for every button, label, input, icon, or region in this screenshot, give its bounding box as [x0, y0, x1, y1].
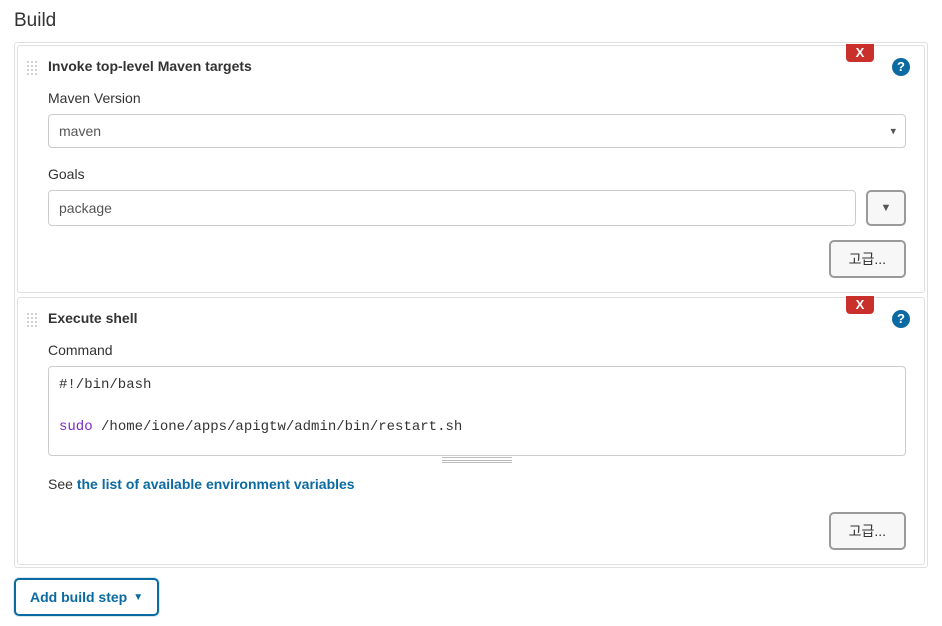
goals-label: Goals	[48, 166, 906, 182]
step-title: Invoke top-level Maven targets	[48, 58, 906, 74]
env-vars-hint: See the list of available environment va…	[48, 476, 906, 492]
help-icon[interactable]: ?	[892, 310, 910, 328]
build-step-shell: X ? Execute shell Command #!/bin/bash sud…	[17, 297, 925, 565]
build-steps-container: X ? Invoke top-level Maven targets Maven…	[14, 42, 928, 568]
goals-input[interactable]	[48, 190, 856, 226]
command-label: Command	[48, 342, 906, 358]
env-prefix: See	[48, 476, 77, 492]
advanced-button[interactable]: 고급...	[829, 512, 906, 550]
maven-version-select-wrap: maven ▾	[48, 114, 906, 148]
step-title: Execute shell	[48, 310, 906, 326]
add-build-step-button[interactable]: Add build step ▼	[14, 578, 159, 616]
maven-version-select[interactable]: maven	[48, 114, 906, 148]
goals-dropdown-button[interactable]: ▼	[866, 190, 906, 226]
keyword-sudo: sudo	[59, 419, 93, 435]
help-icon[interactable]: ?	[892, 58, 910, 76]
code-line: sudo /home/ione/apps/apigtw/admin/bin/re…	[59, 417, 895, 438]
advanced-row: 고급...	[48, 512, 906, 550]
resize-grip-icon[interactable]	[442, 457, 512, 463]
advanced-button[interactable]: 고급...	[829, 240, 906, 278]
env-vars-link[interactable]: the list of available environment variab…	[77, 476, 355, 492]
code-line: #!/bin/bash	[59, 375, 895, 396]
drag-handle-icon[interactable]	[26, 60, 38, 76]
advanced-row: 고급...	[48, 240, 906, 278]
code-line	[59, 396, 895, 417]
goals-row: ▼	[48, 190, 906, 226]
delete-step-button[interactable]: X	[846, 296, 874, 314]
delete-step-button[interactable]: X	[846, 44, 874, 62]
section-title: Build	[14, 10, 928, 32]
code-text: /home/ione/apps/apigtw/admin/bin/restart…	[93, 419, 463, 435]
add-step-label: Add build step	[30, 589, 127, 605]
build-step-maven: X ? Invoke top-level Maven targets Maven…	[17, 45, 925, 293]
maven-version-label: Maven Version	[48, 90, 906, 106]
command-textarea[interactable]: #!/bin/bash sudo /home/ione/apps/apigtw/a…	[48, 366, 906, 456]
drag-handle-icon[interactable]	[26, 312, 38, 328]
